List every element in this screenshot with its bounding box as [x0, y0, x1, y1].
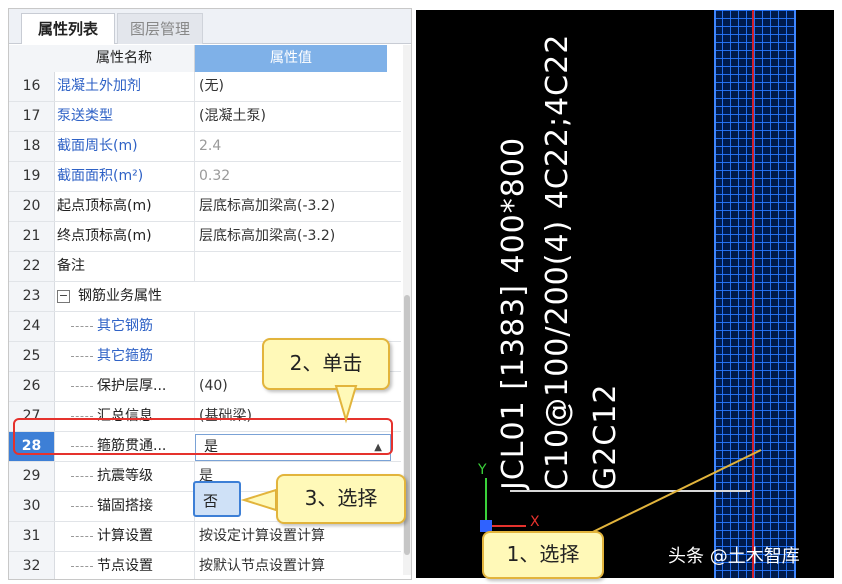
table-row[interactable]: 22 备注 [9, 252, 401, 282]
row-number: 18 [9, 132, 55, 161]
row-name: 备注 [57, 258, 85, 274]
row-name: 截面面积(m²) [57, 168, 144, 184]
dropdown-option-no[interactable]: 否 [193, 481, 241, 517]
row-name: 锚固搭接 [97, 498, 153, 514]
callout-step2: 2、单击 [262, 338, 390, 390]
row-name: 保护层厚... [97, 378, 167, 394]
row-name-wrap: 其它钢筋 [71, 312, 153, 341]
row-name: 混凝土外加剂 [57, 78, 141, 94]
row-value[interactable]: (无) [199, 72, 224, 101]
row-name-wrap: 计算设置 [71, 522, 153, 551]
row-value[interactable]: 层底标高加梁高(-3.2) [199, 222, 335, 251]
row-28-highlight-box [13, 418, 393, 455]
row-name: 起点顶标高(m) [57, 198, 152, 214]
row-number: 26 [9, 372, 55, 401]
row-name: 钢筋业务属性 [78, 288, 162, 304]
callout-step3: 3、选择 [276, 474, 406, 524]
cad-overlay [480, 449, 762, 546]
row-number: 31 [9, 522, 55, 551]
row-value[interactable]: 按设定计算设置计算 [199, 522, 325, 551]
row-name-wrap: 保护层厚... [71, 372, 166, 401]
row-value[interactable]: 按默认节点设置计算 [199, 552, 325, 579]
table-row[interactable]: 20 起点顶标高(m) 层底标高加梁高(-3.2) [9, 192, 401, 222]
row-number: 21 [9, 222, 55, 251]
row-name-wrap: 其它箍筋 [71, 342, 153, 371]
row-number: 24 [9, 312, 55, 341]
row-name: 其它钢筋 [97, 318, 153, 334]
table-row[interactable]: 31 计算设置 按设定计算设置计算 [9, 522, 401, 552]
row-number: 20 [9, 192, 55, 221]
cad-canvas[interactable]: JCL01 [1383] 400*800 C10@100/200(4) 4C22… [416, 10, 834, 578]
row-value: 2.4 [199, 138, 222, 154]
table-header: 属性名称 属性值 [9, 45, 401, 72]
row-name: 计算设置 [97, 528, 153, 544]
row-name: 其它箍筋 [97, 348, 153, 364]
row-name: 节点设置 [97, 558, 153, 574]
header-property-name: 属性名称 [54, 45, 195, 72]
row-value[interactable]: (40) [199, 372, 228, 401]
panel-tabs: 属性列表 图层管理 [9, 9, 411, 44]
row-name-wrap: 锚固搭接 [71, 492, 153, 521]
row-name-wrap: 抗震等级 [71, 462, 153, 491]
row-number: 16 [9, 72, 55, 101]
row-number: 32 [9, 552, 55, 579]
table-row[interactable]: 19 截面面积(m²) 0.32 [9, 162, 401, 192]
x-axis-label: X [530, 514, 540, 530]
row-number: 25 [9, 342, 55, 371]
header-number-cell [9, 45, 54, 72]
table-row[interactable]: 17 泵送类型 (混凝土泵) [9, 102, 401, 132]
collapse-toggle-icon[interactable]: − [57, 289, 70, 303]
row-number: 29 [9, 462, 55, 491]
header-property-value: 属性值 [195, 45, 387, 72]
dropdown-list: 否 [193, 481, 243, 521]
row-number: 17 [9, 102, 55, 131]
row-name: 抗震等级 [97, 468, 153, 484]
watermark: 头条 @土木智库 [668, 546, 800, 567]
row-number: 19 [9, 162, 55, 191]
table-row-group[interactable]: 23− 钢筋业务属性 [9, 282, 401, 312]
y-axis-label: Y [478, 462, 487, 478]
row-name: 泵送类型 [57, 108, 113, 124]
row-number: 22 [9, 252, 55, 281]
row-number: 23 [9, 282, 55, 311]
table-row[interactable]: 21 终点顶标高(m) 层底标高加梁高(-3.2) [9, 222, 401, 252]
group-label: − 钢筋业务属性 [57, 282, 162, 311]
row-name: 截面周长(m) [57, 138, 138, 154]
tab-layer-management[interactable]: 图层管理 [117, 13, 203, 44]
table-row[interactable]: 16 混凝土外加剂 (无) [9, 72, 401, 102]
row-name-wrap: 节点设置 [71, 552, 153, 579]
row-name: 终点顶标高(m) [57, 228, 152, 244]
row-value[interactable]: (混凝土泵) [199, 102, 266, 131]
table-row[interactable]: 18 截面周长(m) 2.4 [9, 132, 401, 162]
row-number: 30 [9, 492, 55, 521]
row-value: 0.32 [199, 168, 231, 184]
callout-step1: 1、选择 [482, 531, 604, 579]
tab-property-list[interactable]: 属性列表 [21, 13, 115, 44]
row-value[interactable]: 层底标高加梁高(-3.2) [199, 192, 335, 221]
table-row[interactable]: 32 节点设置 按默认节点设置计算 [9, 552, 401, 579]
